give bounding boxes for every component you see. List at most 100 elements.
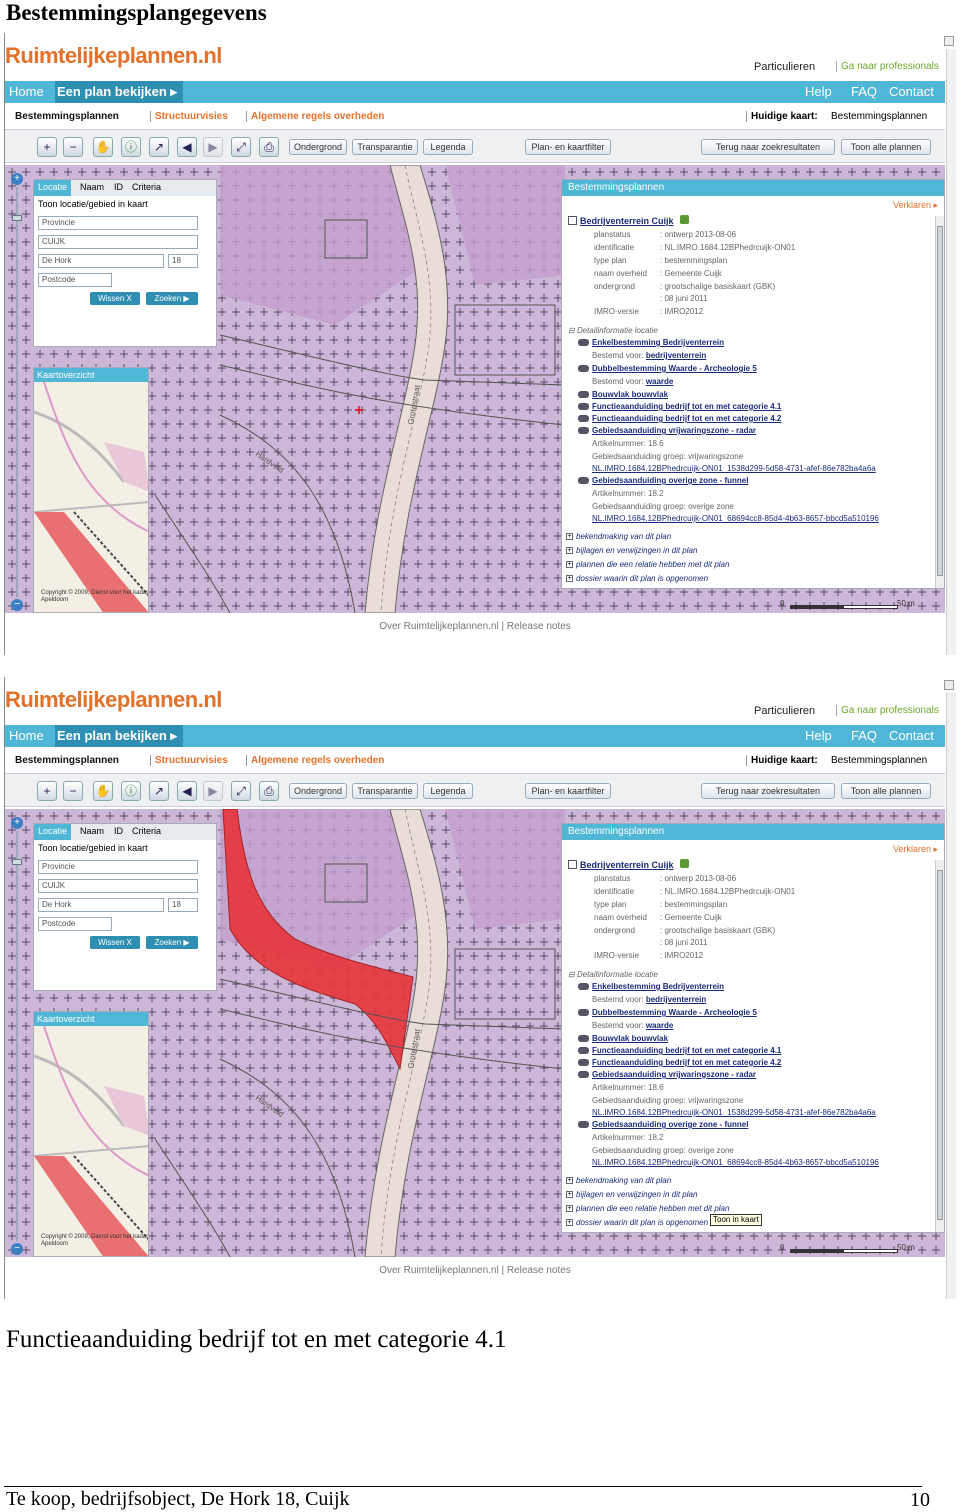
zoeken-button[interactable]: Zoeken ▶ xyxy=(146,936,198,949)
overview-map[interactable]: Kaartoverzicht Copyright © 2009, Dienst … xyxy=(33,367,149,613)
back-arrow-icon[interactable]: ◀ xyxy=(177,781,197,801)
link-bijlagen[interactable]: bijlagen en verwijzingen in dit plan xyxy=(576,546,697,555)
link-bekendmaking[interactable]: bekendmaking van dit plan xyxy=(576,1176,671,1185)
expand-icon[interactable]: + xyxy=(566,533,573,540)
expand-icon[interactable]: + xyxy=(566,1191,573,1198)
pan-hand-icon[interactable]: ✋ xyxy=(93,137,113,157)
subnav-bestemmingsplannen[interactable]: Bestemmingsplannen xyxy=(15,755,119,766)
zoom-out-icon[interactable]: − xyxy=(63,781,83,801)
window-restore-icon[interactable] xyxy=(944,680,954,690)
subnav-bestemmingsplannen[interactable]: Bestemmingsplannen xyxy=(15,111,119,122)
tab-locatie[interactable]: Locatie xyxy=(34,824,72,840)
zoom-handle[interactable] xyxy=(12,859,22,865)
item-functie-4-2[interactable]: Functieaanduiding bedrijf tot en met cat… xyxy=(592,1058,781,1067)
legenda-button[interactable]: Legenda xyxy=(423,783,473,799)
item-dubbelbestemming[interactable]: Dubbelbestemming Waarde - Archeologie 5 xyxy=(592,1008,757,1017)
sub-link[interactable]: waarde xyxy=(646,1021,674,1030)
nav-home[interactable]: Home xyxy=(9,84,44,99)
nav-home[interactable]: Home xyxy=(9,728,44,743)
overview-map[interactable]: Kaartoverzicht Copyright © 2009, Dienst … xyxy=(33,1011,149,1257)
full-extent-icon[interactable]: ⤢ xyxy=(231,781,251,801)
measure-icon[interactable]: ↗ xyxy=(149,781,169,801)
zoom-plus-icon[interactable]: + xyxy=(11,817,23,829)
item-functie-4-1[interactable]: Functieaanduiding bedrijf tot en met cat… xyxy=(592,1046,781,1055)
zoom-slider[interactable]: + − xyxy=(11,817,27,1257)
item-vrijwaringszone[interactable]: Gebiedsaanduiding vrijwaringszone - rada… xyxy=(592,1070,756,1079)
sub-link[interactable]: waarde xyxy=(646,377,674,386)
eye-icon[interactable] xyxy=(578,391,589,398)
nav-help[interactable]: Help xyxy=(805,728,832,743)
plan-filter-button[interactable]: Plan- en kaartfilter xyxy=(525,139,611,155)
zoom-plus-icon[interactable]: + xyxy=(11,173,23,185)
eye-icon[interactable] xyxy=(578,1047,589,1054)
eye-icon[interactable] xyxy=(578,339,589,346)
zoom-out-icon[interactable]: − xyxy=(63,137,83,157)
nav-contact[interactable]: Contact xyxy=(889,84,934,99)
site-footer[interactable]: Over Ruimtelijkeplannen.nl | Release not… xyxy=(5,1261,945,1281)
street-field[interactable]: De Hork xyxy=(38,254,164,268)
housenumber-field[interactable]: 18 xyxy=(168,254,198,268)
item-funnel[interactable]: Gebiedsaanduiding overige zone - funnel xyxy=(592,1120,748,1129)
plan-title[interactable]: Bedrijventerrein Cuijk xyxy=(580,860,674,870)
browser-scrollbar[interactable] xyxy=(946,49,956,655)
zoom-minus-icon[interactable]: − xyxy=(11,599,23,611)
panel-scroll-thumb[interactable] xyxy=(937,226,943,576)
zoom-in-icon[interactable]: + xyxy=(37,781,57,801)
subnav-algemene-regels[interactable]: Algemene regels overheden xyxy=(246,755,384,766)
item-functie-4-2[interactable]: Functieaanduiding bedrijf tot en met cat… xyxy=(592,414,781,423)
transparantie-button[interactable]: Transparantie xyxy=(352,783,418,799)
eye-icon[interactable] xyxy=(578,1035,589,1042)
tab-naam[interactable]: Naam xyxy=(80,826,104,836)
forward-arrow-icon[interactable]: ▶ xyxy=(203,781,223,801)
eye-icon[interactable] xyxy=(578,403,589,410)
item-bouwvlak[interactable]: Bouwvlak bouwvlak xyxy=(592,390,668,399)
print-icon[interactable]: ⎙ xyxy=(259,781,279,801)
sub-link[interactable]: bedrijventerrein xyxy=(646,351,706,360)
item-funnel[interactable]: Gebiedsaanduiding overige zone - funnel xyxy=(592,476,748,485)
nav-faq[interactable]: FAQ xyxy=(851,728,877,743)
nav-faq[interactable]: FAQ xyxy=(851,84,877,99)
ondergrond-button[interactable]: Ondergrond xyxy=(289,783,347,799)
item-id-link[interactable]: NL.IMRO.1684.12BPhedrcuijk-ON01_1538d299… xyxy=(592,1108,876,1117)
link-professionals[interactable]: Ga naar professionals xyxy=(836,61,939,72)
eye-icon[interactable] xyxy=(578,1059,589,1066)
link-dossier[interactable]: dossier waarin dit plan is opgenomen xyxy=(576,1218,708,1227)
link-relaties[interactable]: plannen die een relatie hebben met dit p… xyxy=(576,1204,729,1213)
verklaren-link[interactable]: Verklaren ▸ xyxy=(893,200,938,211)
back-to-results-button[interactable]: Terug naar zoekresultaten xyxy=(701,139,835,155)
info-icon[interactable]: ⓘ xyxy=(121,137,141,157)
expand-icon[interactable]: + xyxy=(566,1205,573,1212)
tab-criteria[interactable]: Criteria xyxy=(132,182,161,192)
eye-icon[interactable] xyxy=(578,1071,589,1078)
plan-filter-button[interactable]: Plan- en kaartfilter xyxy=(525,783,611,799)
link-bijlagen[interactable]: bijlagen en verwijzingen in dit plan xyxy=(576,1190,697,1199)
zoom-track[interactable] xyxy=(16,187,18,597)
info-icon[interactable]: ⓘ xyxy=(121,781,141,801)
window-restore-icon[interactable] xyxy=(944,36,954,46)
wissen-button[interactable]: Wissen X xyxy=(90,292,140,305)
site-footer[interactable]: Over Ruimtelijkeplannen.nl | Release not… xyxy=(5,617,945,637)
site-logo[interactable]: Ruimtelijkeplannen.nl xyxy=(5,43,222,69)
zoom-track[interactable] xyxy=(16,831,18,1241)
item-id-link[interactable]: NL.IMRO.1684.12BPhedrcuijk-ON01_1538d299… xyxy=(592,464,876,473)
browser-scrollbar[interactable] xyxy=(946,693,956,1299)
print-icon[interactable]: ⎙ xyxy=(259,137,279,157)
link-relaties[interactable]: plannen die een relatie hebben met dit p… xyxy=(576,560,729,569)
item-dubbelbestemming[interactable]: Dubbelbestemming Waarde - Archeologie 5 xyxy=(592,364,757,373)
panel-scrollbar[interactable] xyxy=(935,860,944,1232)
full-extent-icon[interactable]: ⤢ xyxy=(231,137,251,157)
expand-icon[interactable]: + xyxy=(566,1219,573,1226)
link-particulieren[interactable]: Particulieren xyxy=(754,705,815,717)
tab-criteria[interactable]: Criteria xyxy=(132,826,161,836)
sub-link[interactable]: bedrijventerrein xyxy=(646,995,706,1004)
subnav-algemene-regels[interactable]: Algemene regels overheden xyxy=(246,111,384,122)
back-arrow-icon[interactable]: ◀ xyxy=(177,137,197,157)
street-field[interactable]: De Hork xyxy=(38,898,164,912)
detail-section-title[interactable]: ⊟ Detailinformatie locatie xyxy=(568,970,658,979)
nav-contact[interactable]: Contact xyxy=(889,728,934,743)
transparantie-button[interactable]: Transparantie xyxy=(352,139,418,155)
expand-icon[interactable]: + xyxy=(566,575,573,582)
eye-icon[interactable] xyxy=(578,365,589,372)
nav-help[interactable]: Help xyxy=(805,84,832,99)
provincie-select[interactable]: Provincie xyxy=(38,860,198,874)
